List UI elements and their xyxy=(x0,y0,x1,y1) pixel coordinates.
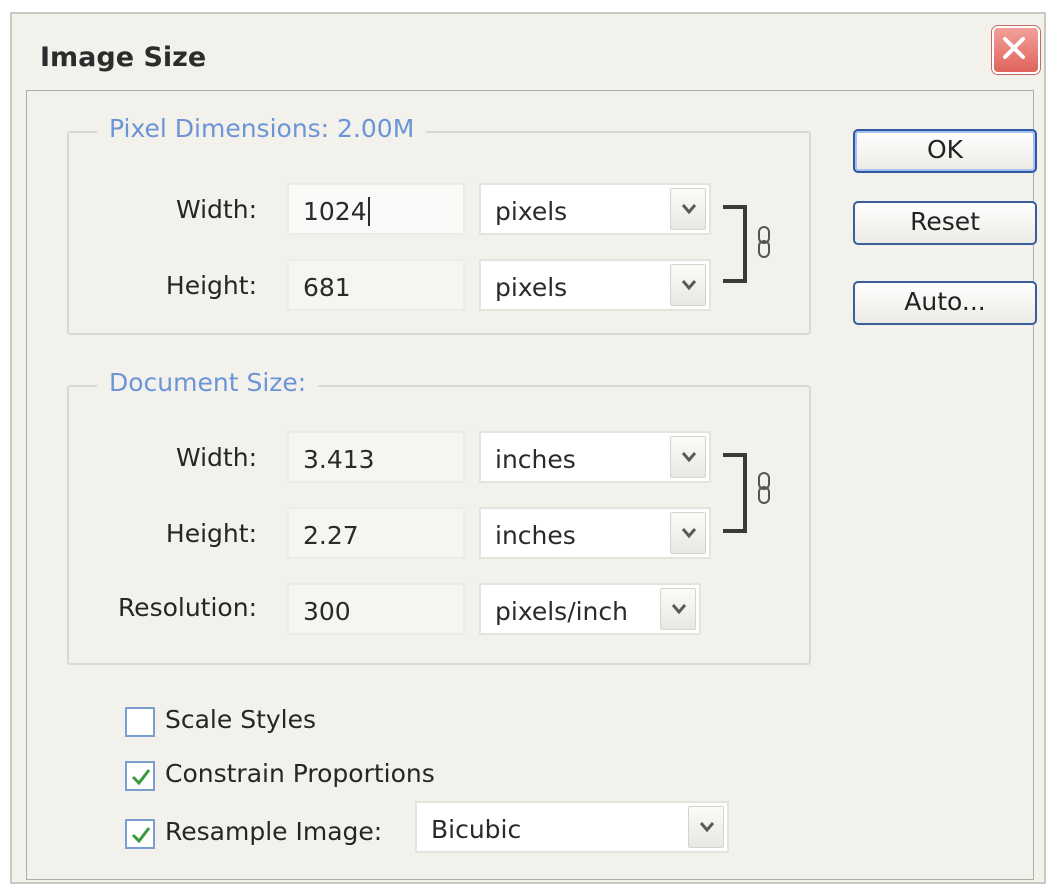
ok-button[interactable]: OK xyxy=(853,129,1037,173)
resample-method-select[interactable]: Bicubic xyxy=(415,801,729,853)
pixel-height-unit-select[interactable]: pixels xyxy=(479,259,711,311)
dialog-title: Image Size xyxy=(40,42,207,73)
pixel-dimensions-legend: Pixel Dimensions: 2.00M xyxy=(97,114,427,143)
document-height-value: 2.27 xyxy=(303,521,359,550)
pixel-width-unit-dropdown-button[interactable] xyxy=(670,188,706,230)
resolution-label: Resolution: xyxy=(117,593,257,622)
document-height-unit: inches xyxy=(495,521,576,550)
chain-link-icon[interactable] xyxy=(757,471,771,505)
pixel-width-unit: pixels xyxy=(495,197,568,226)
constrain-proportions-checkbox[interactable] xyxy=(125,761,155,791)
pixel-height-label: Height: xyxy=(165,271,257,300)
resample-image-label: Resample Image: xyxy=(165,817,383,846)
document-height-unit-select[interactable]: inches xyxy=(479,507,711,559)
scale-styles-checkbox[interactable] xyxy=(125,707,155,737)
chevron-down-icon xyxy=(681,204,697,215)
pixel-link-bracket xyxy=(723,205,747,283)
document-width-label: Width: xyxy=(175,443,257,472)
image-size-dialog: Image Size Pixel Dimensions: 2.00M Width… xyxy=(10,12,1046,884)
document-height-input[interactable]: 2.27 xyxy=(287,507,465,559)
scale-styles-label: Scale Styles xyxy=(165,705,317,734)
close-button[interactable] xyxy=(992,26,1040,74)
document-width-unit-dropdown-button[interactable] xyxy=(670,436,706,478)
chevron-down-icon xyxy=(681,452,697,463)
resolution-unit-dropdown-button[interactable] xyxy=(660,588,696,630)
document-width-value: 3.413 xyxy=(303,445,375,474)
pixel-dimensions-group: Pixel Dimensions: 2.00M Width: 1024 pixe… xyxy=(67,114,811,335)
chevron-down-icon xyxy=(681,528,697,539)
document-link-bracket xyxy=(723,453,747,533)
pixel-width-label: Width: xyxy=(175,195,257,224)
pixel-height-unit: pixels xyxy=(495,273,568,302)
pixel-width-value: 1024 xyxy=(303,197,370,226)
chain-link-icon[interactable] xyxy=(757,225,771,259)
pixel-width-input[interactable]: 1024 xyxy=(287,183,465,235)
chevron-down-icon xyxy=(681,280,697,291)
chevron-down-icon xyxy=(671,604,687,615)
title-bar[interactable]: Image Size xyxy=(12,14,1044,90)
checkmark-icon xyxy=(131,827,151,844)
document-size-group: Document Size: Width: 3.413 inches Heigh… xyxy=(67,368,811,665)
document-height-unit-dropdown-button[interactable] xyxy=(670,512,706,554)
resolution-unit-select[interactable]: pixels/inch xyxy=(479,583,701,635)
checkmark-icon xyxy=(131,769,151,786)
resample-image-checkbox[interactable] xyxy=(125,819,155,849)
pixel-width-unit-select[interactable]: pixels xyxy=(479,183,711,235)
resolution-input[interactable]: 300 xyxy=(287,583,465,635)
document-size-legend: Document Size: xyxy=(97,368,319,397)
document-width-unit-select[interactable]: inches xyxy=(479,431,711,483)
close-icon xyxy=(1003,37,1025,59)
pixel-height-input[interactable]: 681 xyxy=(287,259,465,311)
pixel-height-unit-dropdown-button[interactable] xyxy=(670,264,706,306)
document-width-unit: inches xyxy=(495,445,576,474)
dialog-body: Pixel Dimensions: 2.00M Width: 1024 pixe… xyxy=(26,90,1037,880)
reset-button[interactable]: Reset xyxy=(853,201,1037,245)
resolution-unit: pixels/inch xyxy=(495,597,628,626)
chevron-down-icon xyxy=(699,822,715,833)
resample-method: Bicubic xyxy=(431,815,522,844)
resample-method-dropdown-button[interactable] xyxy=(688,806,724,848)
document-width-input[interactable]: 3.413 xyxy=(287,431,465,483)
document-height-label: Height: xyxy=(165,519,257,548)
resolution-value: 300 xyxy=(303,597,351,626)
pixel-height-value: 681 xyxy=(303,273,351,302)
auto-button[interactable]: Auto... xyxy=(853,281,1037,325)
constrain-proportions-label: Constrain Proportions xyxy=(165,759,435,788)
